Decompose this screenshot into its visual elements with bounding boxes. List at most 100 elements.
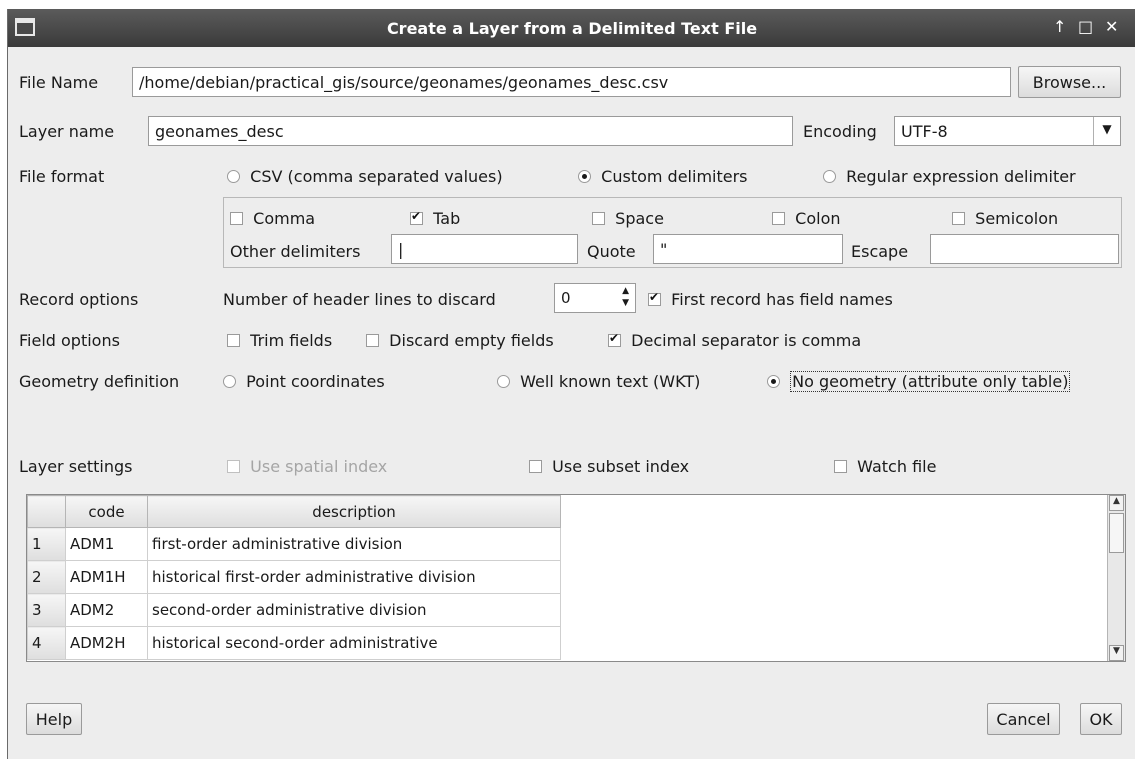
encoding-label: Encoding xyxy=(803,122,877,141)
geometry-definition-label: Geometry definition xyxy=(19,372,180,391)
other-delimiters-label: Other delimiters xyxy=(230,242,361,261)
row-number: 2 xyxy=(27,560,66,594)
delim-space-check[interactable]: Space xyxy=(592,209,664,228)
title-bar[interactable]: Create a Layer from a Delimited Text Fil… xyxy=(8,9,1135,47)
decimal-comma-check[interactable]: Decimal separator is comma xyxy=(608,331,861,350)
ok-button[interactable]: OK xyxy=(1080,703,1122,735)
checkbox-icon xyxy=(366,334,379,347)
table-row[interactable]: 1 ADM1 first-order administrative divisi… xyxy=(27,527,561,561)
spatial-index-label: Use spatial index xyxy=(250,457,388,476)
format-regex-label: Regular expression delimiter xyxy=(846,167,1076,186)
encoding-value: UTF-8 xyxy=(901,122,948,141)
geom-none-radio[interactable]: No geometry (attribute only table) xyxy=(767,371,1071,392)
scroll-up-icon[interactable]: ▲ xyxy=(1109,495,1124,511)
keep-above-icon[interactable]: ↑ xyxy=(1053,17,1066,36)
vertical-scrollbar[interactable]: ▲ ▼ xyxy=(1107,495,1125,661)
file-format-label: File format xyxy=(19,167,105,186)
cell-code[interactable]: ADM2H xyxy=(65,626,148,660)
checkbox-checked-icon xyxy=(410,209,423,225)
preview-table[interactable]: code description 1 ADM1 first-order admi… xyxy=(26,494,1126,662)
row-number: 3 xyxy=(27,593,66,627)
cell-code[interactable]: ADM1 xyxy=(65,527,148,561)
geom-none-label: No geometry (attribute only table) xyxy=(790,371,1071,392)
checkbox-icon xyxy=(772,212,785,225)
format-regex-radio[interactable]: Regular expression delimiter xyxy=(823,167,1076,186)
radio-icon xyxy=(823,170,836,183)
encoding-select[interactable]: UTF-8 ▼ xyxy=(894,116,1121,146)
chevron-down-icon[interactable]: ▼ xyxy=(1093,117,1120,145)
column-header-code[interactable]: code xyxy=(65,495,148,528)
format-csv-radio[interactable]: CSV (comma separated values) xyxy=(227,167,503,186)
first-record-check[interactable]: First record has field names xyxy=(648,290,893,309)
discard-empty-check[interactable]: Discard empty fields xyxy=(366,331,554,350)
radio-icon xyxy=(223,375,236,388)
watch-file-check[interactable]: Watch file xyxy=(834,457,936,476)
delim-comma-check[interactable]: Comma xyxy=(230,209,315,228)
spin-arrows-icon[interactable]: ▲ ▼ xyxy=(622,285,629,309)
table-row[interactable]: 3 ADM2 second-order administrative divis… xyxy=(27,593,561,627)
checkbox-icon xyxy=(227,334,240,347)
checkbox-icon xyxy=(952,212,965,225)
checkbox-icon xyxy=(529,460,542,473)
cell-description[interactable]: first-order administrative division xyxy=(147,527,561,561)
close-icon[interactable]: ✕ xyxy=(1105,17,1118,36)
cancel-button[interactable]: Cancel xyxy=(987,703,1060,735)
cell-description[interactable]: second-order administrative division xyxy=(147,593,561,627)
help-button[interactable]: Help xyxy=(26,703,82,735)
cell-description[interactable]: historical first-order administrative di… xyxy=(147,560,561,594)
scroll-down-icon[interactable]: ▼ xyxy=(1109,645,1124,661)
quote-input[interactable]: " xyxy=(653,234,843,264)
dialog-window: Create a Layer from a Delimited Text Fil… xyxy=(7,9,1135,759)
delim-colon-label: Colon xyxy=(795,209,841,228)
table-row[interactable]: 2 ADM1H historical first-order administr… xyxy=(27,560,561,594)
decimal-comma-label: Decimal separator is comma xyxy=(631,331,862,350)
format-custom-radio[interactable]: Custom delimiters xyxy=(578,167,748,186)
cell-code[interactable]: ADM1H xyxy=(65,560,148,594)
geom-point-label: Point coordinates xyxy=(246,372,385,391)
trim-fields-check[interactable]: Trim fields xyxy=(227,331,332,350)
delim-tab-check[interactable]: Tab xyxy=(410,209,460,228)
field-options-label: Field options xyxy=(19,331,120,350)
geom-point-radio[interactable]: Point coordinates xyxy=(223,372,385,391)
radio-checked-icon xyxy=(767,375,780,388)
scroll-thumb[interactable] xyxy=(1109,513,1124,553)
record-options-label: Record options xyxy=(19,290,139,309)
checkbox-icon xyxy=(592,212,605,225)
geom-wkt-label: Well known text (WKT) xyxy=(520,372,701,391)
radio-checked-icon xyxy=(578,170,591,183)
layer-name-label: Layer name xyxy=(19,122,115,141)
cell-code[interactable]: ADM2 xyxy=(65,593,148,627)
table-row[interactable]: 4 ADM2H historical second-order administ… xyxy=(27,626,561,660)
delim-space-label: Space xyxy=(615,209,664,228)
delim-comma-label: Comma xyxy=(253,209,316,228)
corner-header xyxy=(27,495,66,528)
subset-index-check[interactable]: Use subset index xyxy=(529,457,689,476)
checkbox-checked-icon xyxy=(608,331,621,347)
header-lines-label: Number of header lines to discard xyxy=(223,290,496,309)
spatial-index-check[interactable]: Use spatial index xyxy=(227,457,387,476)
delim-semicolon-label: Semicolon xyxy=(975,209,1059,228)
header-lines-spinbox[interactable]: 0 ▲ ▼ xyxy=(554,283,636,313)
quote-label: Quote xyxy=(587,242,636,261)
header-lines-value: 0 xyxy=(561,289,571,307)
table-header-row: code description xyxy=(27,495,561,528)
format-custom-label: Custom delimiters xyxy=(601,167,748,186)
subset-index-label: Use subset index xyxy=(552,457,690,476)
escape-label: Escape xyxy=(851,242,909,261)
trim-fields-label: Trim fields xyxy=(250,331,333,350)
column-header-description[interactable]: description xyxy=(147,495,561,528)
geom-wkt-radio[interactable]: Well known text (WKT) xyxy=(497,372,700,391)
maximize-icon[interactable]: □ xyxy=(1078,17,1093,36)
delim-colon-check[interactable]: Colon xyxy=(772,209,841,228)
layer-name-input[interactable]: geonames_desc xyxy=(148,116,793,146)
delim-tab-label: Tab xyxy=(433,209,461,228)
file-name-input[interactable]: /home/debian/practical_gis/source/geonam… xyxy=(132,67,1011,97)
escape-input[interactable] xyxy=(930,234,1119,264)
radio-icon xyxy=(497,375,510,388)
browse-button[interactable]: Browse... xyxy=(1018,66,1121,98)
other-delimiters-input[interactable]: | xyxy=(391,234,578,264)
cell-description[interactable]: historical second-order administrative xyxy=(147,626,561,660)
delim-semicolon-check[interactable]: Semicolon xyxy=(952,209,1058,228)
row-number: 4 xyxy=(27,626,66,660)
checkbox-checked-icon xyxy=(648,290,661,306)
